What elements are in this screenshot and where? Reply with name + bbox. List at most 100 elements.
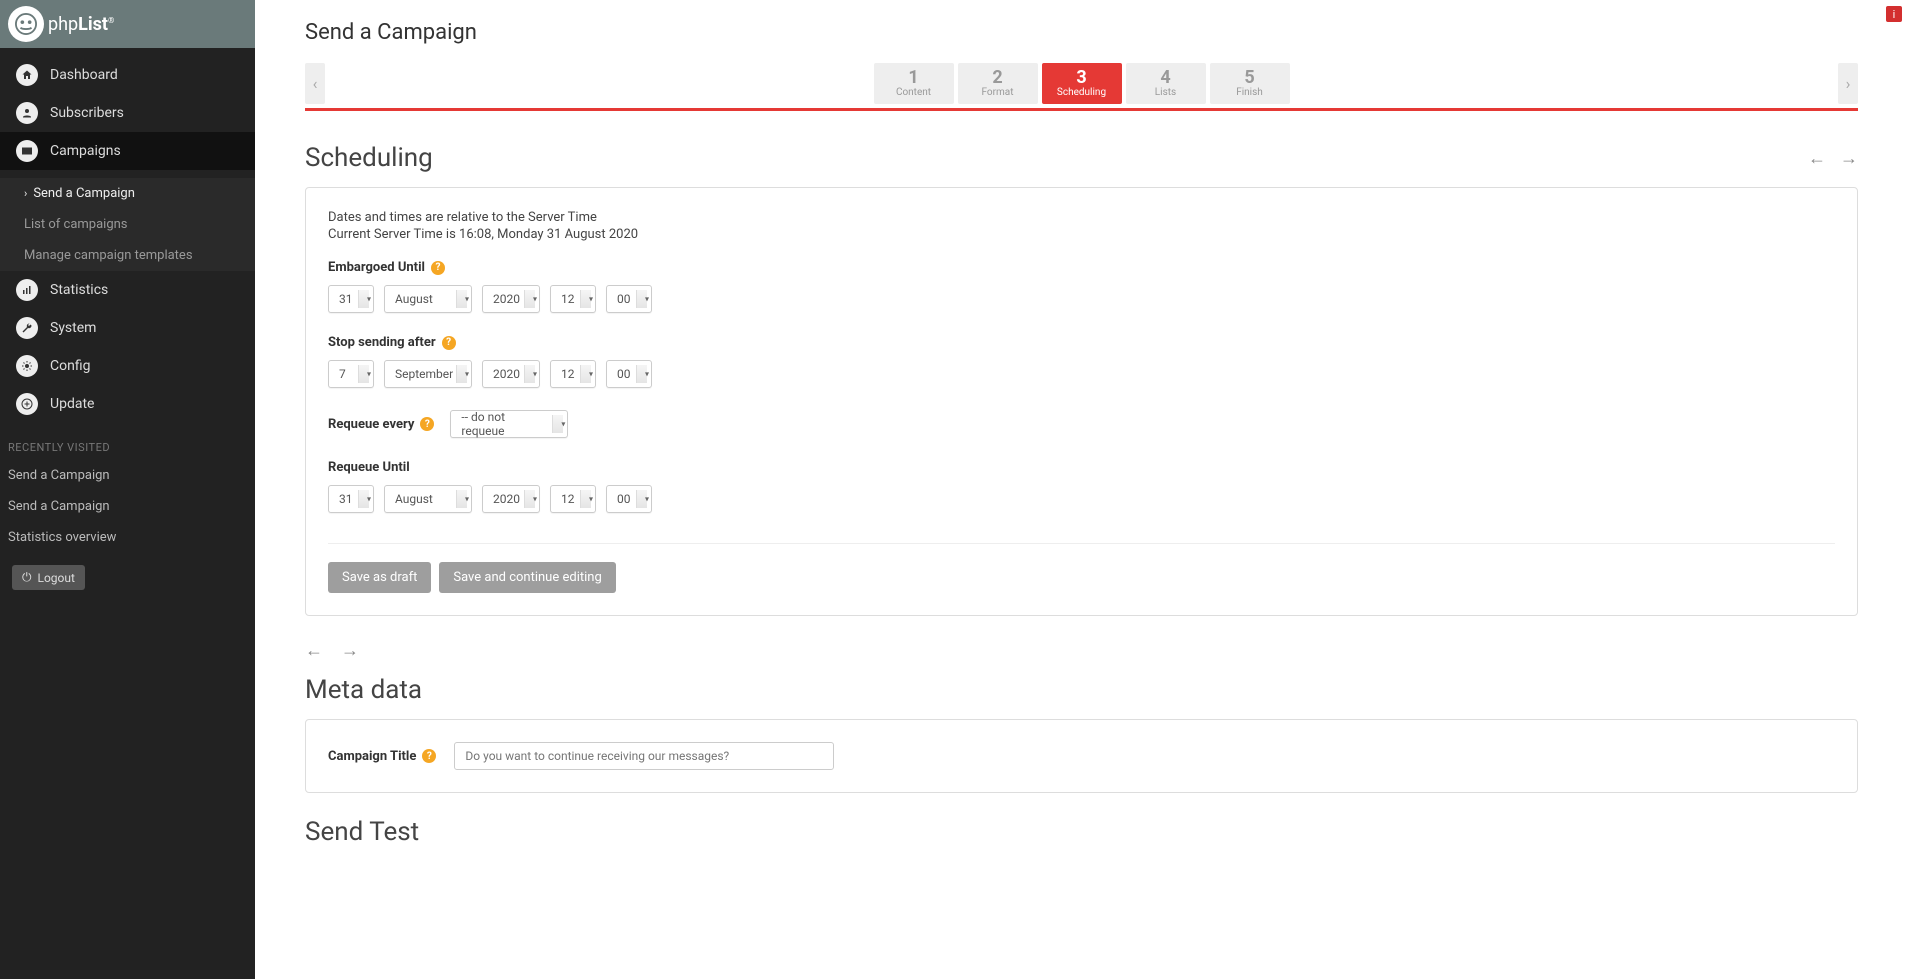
step-label: Content [878, 87, 950, 98]
save-continue-button[interactable]: Save and continue editing [439, 562, 615, 593]
divider [328, 543, 1835, 544]
logo-icon [8, 6, 44, 42]
help-icon[interactable]: ? [422, 749, 436, 763]
gear-icon [16, 355, 38, 377]
recent-item[interactable]: Send a Campaign [0, 491, 255, 522]
nav-label: Subscribers [50, 105, 124, 121]
subnav-campaigns: › Send a Campaign List of campaigns Mana… [0, 178, 255, 271]
step-format[interactable]: 2 Format [958, 63, 1038, 104]
recent-item[interactable]: Statistics overview [0, 522, 255, 553]
step-num: 5 [1214, 69, 1286, 87]
nav-secondary: Statistics System Config Update [0, 271, 255, 431]
stop-hour-select[interactable]: 12 [550, 360, 596, 388]
help-icon[interactable]: ? [420, 417, 434, 431]
meta-panel: Campaign Title ? [305, 719, 1858, 793]
scheduling-panel: Dates and times are relative to the Serv… [305, 187, 1858, 616]
stop-day-select[interactable]: 7 [328, 360, 374, 388]
campaign-title-input[interactable] [454, 742, 834, 770]
server-time-value: Current Server Time is 16:08, Monday 31 … [328, 227, 1835, 242]
step-num: 3 [1046, 69, 1118, 87]
logout-button[interactable]: ⏻ Logout [12, 565, 85, 590]
logo[interactable]: phpList® [8, 6, 114, 42]
section-nav-arrows: ← → [1808, 148, 1858, 169]
requeue-month-select[interactable]: August [384, 485, 472, 513]
prev-arrow[interactable]: ← [1808, 148, 1826, 169]
subnav-label: List of campaigns [24, 217, 128, 232]
embargo-day-select[interactable]: 31 [328, 285, 374, 313]
requeue-every-label: Requeue every ? [328, 417, 434, 432]
nav-statistics[interactable]: Statistics [0, 271, 255, 309]
embargo-label: Embargoed Until ? [328, 260, 1835, 275]
envelope-icon [16, 140, 38, 162]
subnav-list-campaigns[interactable]: List of campaigns [0, 209, 255, 240]
step-lists[interactable]: 4 Lists [1126, 63, 1206, 104]
stop-label: Stop sending after ? [328, 335, 1835, 350]
embargo-month-select[interactable]: August [384, 285, 472, 313]
nav-subscribers[interactable]: Subscribers [0, 94, 255, 132]
requeue-every-row: Requeue every ? -- do not requeue [328, 410, 1835, 438]
recent-list: Send a Campaign Send a Campaign Statisti… [0, 460, 255, 553]
logo-bar: phpList® [0, 0, 255, 48]
nav-system[interactable]: System [0, 309, 255, 347]
nav-config[interactable]: Config [0, 347, 255, 385]
step-label: Lists [1130, 87, 1202, 98]
requeue-day-select[interactable]: 31 [328, 485, 374, 513]
subnav-manage-templates[interactable]: Manage campaign templates [0, 240, 255, 271]
chevron-right-icon: › [1846, 74, 1851, 93]
server-time-note: Dates and times are relative to the Serv… [328, 210, 1835, 225]
subnav-label: Manage campaign templates [24, 248, 193, 263]
wrench-icon [16, 317, 38, 339]
requeue-hour-select[interactable]: 12 [550, 485, 596, 513]
requeue-minute-select[interactable]: 00 [606, 485, 652, 513]
notification-badge[interactable]: i [1886, 6, 1902, 22]
main: i Send a Campaign ‹ 1 Content 2 Format 3… [255, 0, 1908, 979]
recent-heading: RECENTLY VISITED [0, 431, 255, 460]
nav-label: Statistics [50, 282, 108, 298]
step-label: Scheduling [1046, 87, 1118, 98]
help-icon[interactable]: ? [431, 261, 445, 275]
subnav-label: Send a Campaign [33, 186, 135, 201]
wizard-bar [305, 108, 1858, 111]
nav-label: Update [50, 396, 94, 412]
next-arrow[interactable]: → [341, 640, 359, 661]
wizard-next[interactable]: › [1838, 63, 1858, 104]
nav-campaigns[interactable]: Campaigns [0, 132, 255, 170]
embargo-hour-select[interactable]: 12 [550, 285, 596, 313]
requeue-every-select[interactable]: -- do not requeue [450, 410, 568, 438]
button-row: Save as draft Save and continue editing [328, 562, 1835, 593]
stop-year-select[interactable]: 2020 [482, 360, 540, 388]
help-icon[interactable]: ? [442, 336, 456, 350]
chart-icon [16, 279, 38, 301]
requeue-year-select[interactable]: 2020 [482, 485, 540, 513]
prev-arrow[interactable]: ← [305, 640, 323, 661]
step-label: Format [962, 87, 1034, 98]
wizard-steps: 1 Content 2 Format 3 Scheduling 4 Lists … [874, 63, 1290, 104]
embargo-minute-select[interactable]: 00 [606, 285, 652, 313]
stop-date-row: 7 September 2020 12 00 [328, 360, 1835, 388]
user-icon [16, 102, 38, 124]
nav-main: Dashboard Subscribers Campaigns [0, 48, 255, 178]
logo-text: phpList® [48, 14, 114, 35]
next-arrow[interactable]: → [1840, 148, 1858, 169]
save-draft-button[interactable]: Save as draft [328, 562, 431, 593]
recent-item[interactable]: Send a Campaign [0, 460, 255, 491]
nav-label: Dashboard [50, 67, 118, 83]
wizard-prev[interactable]: ‹ [305, 63, 325, 104]
campaign-title-label: Campaign Title ? [328, 749, 436, 764]
embargo-year-select[interactable]: 2020 [482, 285, 540, 313]
nav-update[interactable]: Update [0, 385, 255, 423]
step-finish[interactable]: 5 Finish [1210, 63, 1290, 104]
step-num: 4 [1130, 69, 1202, 87]
step-content[interactable]: 1 Content [874, 63, 954, 104]
step-num: 2 [962, 69, 1034, 87]
requeue-until-label: Requeue Until [328, 460, 1835, 475]
step-num: 1 [878, 69, 950, 87]
info-icon: i [1893, 8, 1896, 21]
step-label: Finish [1214, 87, 1286, 98]
logout-label: Logout [38, 571, 75, 585]
nav-dashboard[interactable]: Dashboard [0, 56, 255, 94]
subnav-send-campaign[interactable]: › Send a Campaign [0, 178, 255, 209]
step-scheduling[interactable]: 3 Scheduling [1042, 63, 1122, 104]
stop-month-select[interactable]: September [384, 360, 472, 388]
stop-minute-select[interactable]: 00 [606, 360, 652, 388]
